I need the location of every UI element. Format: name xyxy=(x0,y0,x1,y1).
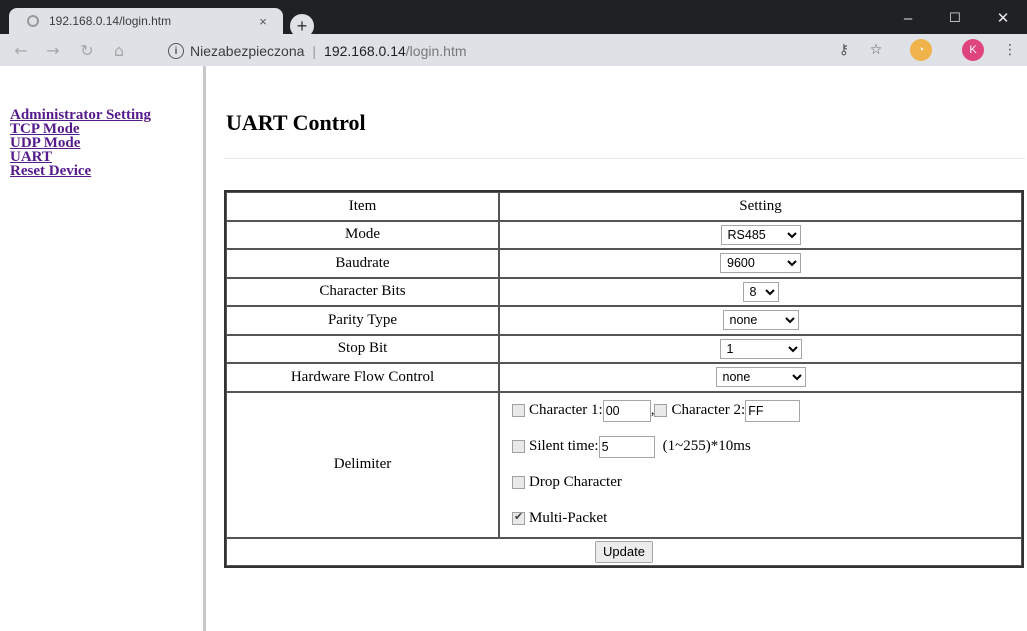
menu-kebab-icon[interactable]: ⋮ xyxy=(1000,40,1020,60)
hardware-flow-control-select[interactable]: none xyxy=(715,367,806,388)
globe-icon xyxy=(27,15,39,27)
delimiter-characters-line: Character 1: , Character 2: xyxy=(512,393,1021,429)
bookmark-star-icon[interactable]: ☆ xyxy=(866,40,886,60)
profile-avatar[interactable]: K xyxy=(962,39,984,61)
silent-time-input[interactable] xyxy=(598,435,655,458)
row-label-stop-bit: Stop Bit xyxy=(226,334,499,363)
table-row: Character Bits 8 xyxy=(226,277,1022,306)
sidebar-item-udp-mode[interactable]: UDP Mode xyxy=(10,136,203,151)
address-bar[interactable]: i Niezabezpieczona | 192.168.0.14 /login… xyxy=(160,37,910,65)
reload-icon[interactable]: ↻ xyxy=(76,39,98,61)
setting-cell: 8 xyxy=(499,277,1022,306)
close-tab-icon[interactable]: × xyxy=(255,13,271,29)
setting-cell: none xyxy=(499,363,1022,392)
mode-select[interactable]: RS485 xyxy=(720,224,801,245)
setting-cell: 1 xyxy=(499,334,1022,363)
table-row: Baudrate 9600 xyxy=(226,249,1022,278)
column-header-item: Item xyxy=(226,192,499,221)
back-arrow-icon[interactable]: ← xyxy=(10,39,32,61)
browser-tab[interactable]: 192.168.0.14/login.htm × xyxy=(9,8,283,34)
sidebar-item-reset-device[interactable]: Reset Device xyxy=(10,164,203,179)
omnibox-separator: | xyxy=(312,43,317,59)
row-label-hardware-flow-control: Hardware Flow Control xyxy=(226,363,499,392)
table-row-delimiter: Delimiter Character 1: , Character 2: Si… xyxy=(226,391,1022,538)
setting-cell: RS485 xyxy=(499,220,1022,249)
row-label-character-bits: Character Bits xyxy=(226,277,499,306)
setting-cell: none xyxy=(499,306,1022,335)
character2-checkbox[interactable] xyxy=(654,404,668,417)
drop-character-label: Drop Character xyxy=(529,474,622,490)
info-icon[interactable]: i xyxy=(168,43,184,59)
key-icon[interactable]: ⚷ xyxy=(834,40,854,60)
home-icon[interactable]: ⌂ xyxy=(108,39,130,61)
column-header-setting: Setting xyxy=(499,192,1022,221)
update-cell: Update xyxy=(226,537,1022,566)
url-path: /login.htm xyxy=(405,43,467,59)
character2-label: Character 2: xyxy=(671,402,746,418)
silent-time-line: Silent time: (1~255)*10ms xyxy=(512,429,1021,465)
character-bits-select[interactable]: 8 xyxy=(742,281,779,302)
title-divider xyxy=(224,158,1025,159)
character1-checkbox[interactable] xyxy=(512,404,525,417)
delimiter-settings-cell: Character 1: , Character 2: Silent time:… xyxy=(499,391,1022,538)
sidebar-nav: Administrator Setting TCP Mode UDP Mode … xyxy=(0,66,203,179)
character1-input[interactable] xyxy=(602,399,651,422)
uart-settings-table: Item Setting Mode RS485 Baudrate 9600 Ch… xyxy=(224,190,1024,568)
browser-toolbar: ← → ↻ ⌂ i Niezabezpieczona | 192.168.0.1… xyxy=(0,34,1027,66)
update-button[interactable]: Update xyxy=(595,540,653,563)
main-content: UART Control Item Setting Mode RS485 Bau… xyxy=(212,66,1027,631)
sidebar-item-uart[interactable]: UART xyxy=(10,150,203,165)
multi-packet-checkbox[interactable] xyxy=(512,510,525,525)
drop-character-checkbox[interactable] xyxy=(512,476,525,489)
table-row: Mode RS485 xyxy=(226,220,1022,249)
row-label-mode: Mode xyxy=(226,220,499,249)
silent-time-checkbox[interactable] xyxy=(512,440,525,453)
parity-type-select[interactable]: none xyxy=(722,310,799,331)
baudrate-select[interactable]: 9600 xyxy=(720,253,801,274)
browser-tab-strip: 192.168.0.14/login.htm × + – ☐ ✕ xyxy=(0,0,1027,38)
maximize-button[interactable]: ☐ xyxy=(940,8,970,28)
character2-input[interactable] xyxy=(745,399,801,422)
url-host: 192.168.0.14 xyxy=(324,43,406,59)
stop-bit-select[interactable]: 1 xyxy=(719,338,802,359)
drop-character-line: Drop Character xyxy=(512,465,1021,501)
extension-icon[interactable]: ◔ xyxy=(910,39,932,61)
row-label-baudrate: Baudrate xyxy=(226,249,499,278)
row-label-delimiter: Delimiter xyxy=(226,391,499,538)
setting-cell: 9600 xyxy=(499,249,1022,278)
table-row: Stop Bit 1 xyxy=(226,334,1022,363)
minimize-button[interactable]: – xyxy=(893,8,923,28)
table-row: Parity Type none xyxy=(226,306,1022,335)
table-row: Hardware Flow Control none xyxy=(226,363,1022,392)
silent-time-unit: (1~255)*10ms xyxy=(662,438,751,454)
table-row-update: Update xyxy=(226,537,1022,566)
row-label-parity-type: Parity Type xyxy=(226,306,499,335)
sidebar-item-tcp-mode[interactable]: TCP Mode xyxy=(10,122,203,137)
close-window-button[interactable]: ✕ xyxy=(988,8,1018,28)
multi-packet-line: Multi-Packet xyxy=(512,501,1021,537)
multi-packet-label: Multi-Packet xyxy=(529,510,608,526)
tab-title: 192.168.0.14/login.htm xyxy=(49,14,172,28)
page-title: UART Control xyxy=(226,110,366,135)
forward-arrow-icon[interactable]: → xyxy=(42,39,64,61)
sidebar: Administrator Setting TCP Mode UDP Mode … xyxy=(0,66,206,631)
table-header-row: Item Setting xyxy=(226,192,1022,221)
silent-time-label: Silent time: xyxy=(529,438,599,454)
security-label: Niezabezpieczona xyxy=(190,43,305,59)
character1-label: Character 1: xyxy=(529,402,603,418)
sidebar-item-administrator-setting[interactable]: Administrator Setting xyxy=(10,108,203,123)
